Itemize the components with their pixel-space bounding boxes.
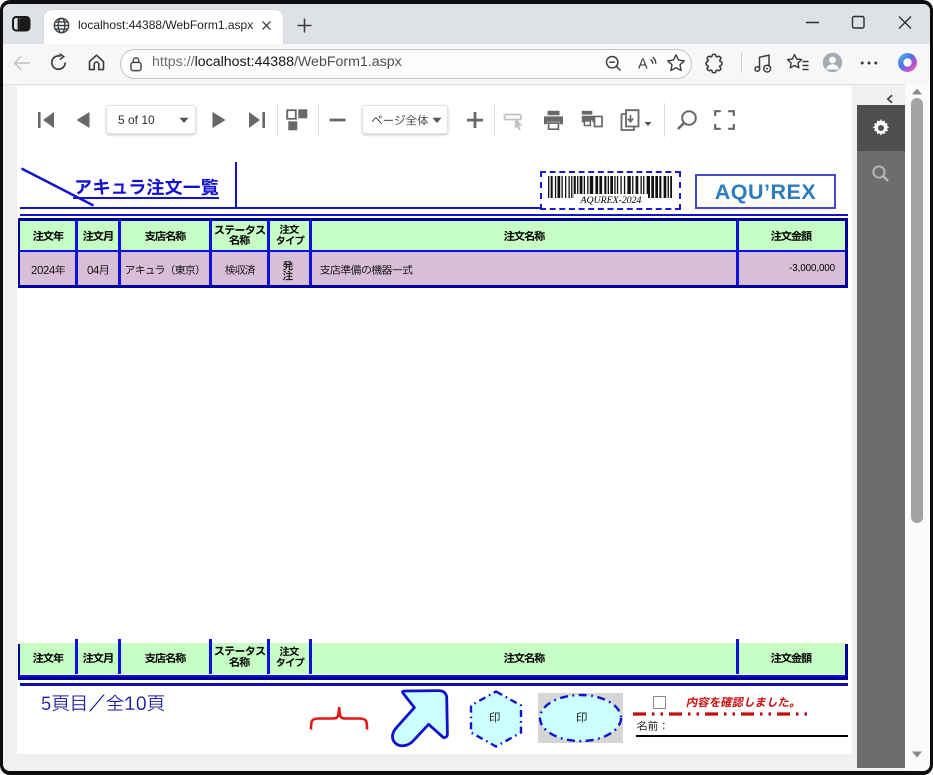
svg-text:A: A — [638, 57, 648, 73]
